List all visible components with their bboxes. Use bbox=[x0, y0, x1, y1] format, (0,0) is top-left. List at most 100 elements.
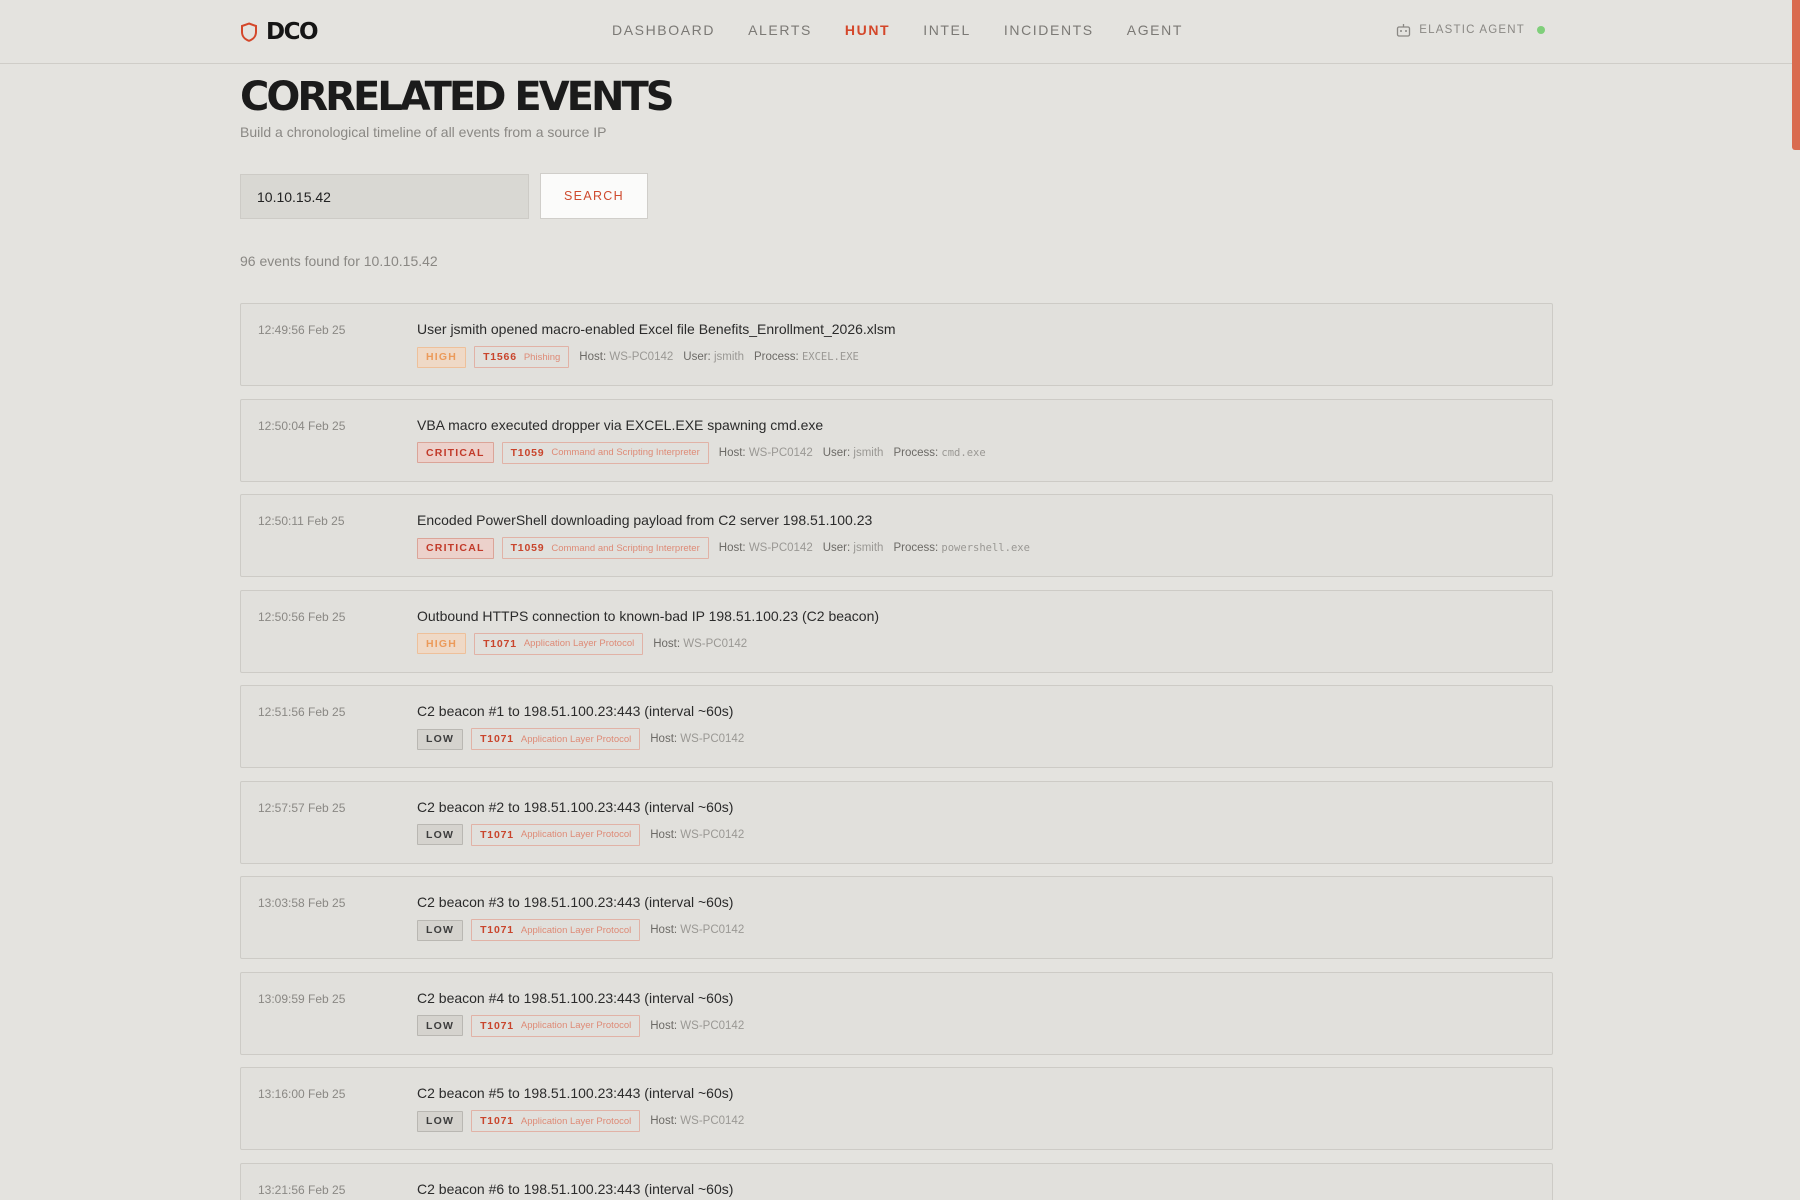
host-field: Host: WS-PC0142 bbox=[650, 829, 744, 841]
event-meta: CRITICAL T1059 Command and Scripting Int… bbox=[417, 537, 1030, 559]
host-value: WS-PC0142 bbox=[680, 924, 745, 936]
process-field: Process: EXCEL.EXE bbox=[754, 351, 859, 363]
host-label: Host: bbox=[650, 924, 678, 936]
event-timestamp: 12:57:57 Feb 25 bbox=[258, 800, 346, 815]
event-meta: LOW T1071 Application Layer Protocol Hos… bbox=[417, 823, 744, 846]
host-label: Host: bbox=[718, 542, 746, 554]
host-field: Host: WS-PC0142 bbox=[650, 1020, 744, 1032]
technique-name: Application Layer Protocol bbox=[523, 638, 635, 649]
host-value: WS-PC0142 bbox=[683, 637, 748, 650]
event-timestamp: 12:49:56 Feb 25 bbox=[258, 323, 346, 337]
severity-badge: LOW bbox=[417, 1110, 464, 1132]
event-row[interactable]: 12:50:11 Feb 25 Encoded PowerShell downl… bbox=[240, 494, 1553, 577]
mitre-technique-tag[interactable]: T1566 Phishing bbox=[474, 346, 570, 368]
event-title: C2 beacon #3 to 198.51.100.23:443 (inter… bbox=[417, 894, 734, 910]
event-row[interactable]: 12:57:57 Feb 25 C2 beacon #2 to 198.51.1… bbox=[240, 780, 1553, 864]
event-meta: HIGH T1566 Phishing Host: WS-PC0142 User… bbox=[417, 346, 859, 368]
mitre-technique-tag[interactable]: T1071 Application Layer Protocol bbox=[471, 1110, 641, 1132]
event-meta: LOW T1071 Application Layer Protocol Hos… bbox=[417, 919, 744, 941]
event-meta: CRITICAL T1059 Command and Scripting Int… bbox=[417, 441, 986, 464]
event-row[interactable]: 13:03:58 Feb 25 C2 beacon #3 to 198.51.1… bbox=[240, 876, 1553, 959]
brand-logo[interactable]: DCO bbox=[240, 18, 319, 46]
process-field: Process: cmd.exe bbox=[893, 447, 985, 459]
brand-name: DCO bbox=[266, 19, 319, 45]
technique-id: T1071 bbox=[480, 1115, 514, 1127]
nav-incidents[interactable]: INCIDENTS bbox=[1004, 22, 1094, 38]
mitre-technique-tag[interactable]: T1071 Application Layer Protocol bbox=[471, 1014, 641, 1037]
result-count: 96 events found for 10.10.15.42 bbox=[240, 253, 438, 269]
event-meta: HIGH T1071 Application Layer Protocol Ho… bbox=[417, 632, 747, 655]
event-row[interactable]: 12:49:56 Feb 25 User jsmith opened macro… bbox=[240, 303, 1553, 386]
severity-badge: CRITICAL bbox=[417, 442, 494, 463]
nav-agent[interactable]: AGENT bbox=[1127, 22, 1183, 38]
host-value: WS-PC0142 bbox=[680, 733, 745, 745]
technique-name: Application Layer Protocol bbox=[520, 924, 632, 936]
technique-name: Phishing bbox=[523, 351, 561, 363]
event-row[interactable]: 13:16:00 Feb 25 C2 beacon #5 to 198.51.1… bbox=[240, 1067, 1553, 1150]
event-row[interactable]: 13:09:59 Feb 25 C2 beacon #4 to 198.51.1… bbox=[240, 971, 1553, 1055]
event-title: C2 beacon #2 to 198.51.100.23:443 (inter… bbox=[417, 798, 734, 815]
scrollbar-thumb[interactable] bbox=[1792, 0, 1800, 150]
mitre-technique-tag[interactable]: T1071 Application Layer Protocol bbox=[471, 823, 641, 846]
host-label: Host: bbox=[653, 637, 681, 650]
event-row[interactable]: 12:51:56 Feb 25 C2 beacon #1 to 198.51.1… bbox=[240, 685, 1553, 768]
agent-status[interactable]: ELASTIC AGENT bbox=[1396, 23, 1545, 37]
event-title: C2 beacon #1 to 198.51.100.23:443 (inter… bbox=[417, 703, 734, 719]
event-timeline: 12:49:56 Feb 25 User jsmith opened macro… bbox=[240, 303, 1553, 1200]
mitre-technique-tag[interactable]: T1071 Application Layer Protocol bbox=[471, 728, 641, 750]
event-meta: LOW T1071 Application Layer Protocol Hos… bbox=[417, 1014, 744, 1037]
mitre-technique-tag[interactable]: T1059 Command and Scripting Interpreter bbox=[501, 441, 709, 464]
host-value: WS-PC0142 bbox=[609, 351, 674, 363]
nav-hunt[interactable]: HUNT bbox=[845, 22, 890, 38]
user-value: jsmith bbox=[713, 351, 744, 363]
technique-id: T1071 bbox=[480, 828, 514, 841]
severity-badge: CRITICAL bbox=[417, 537, 494, 559]
process-label: Process: bbox=[893, 446, 939, 459]
ip-search-input[interactable] bbox=[240, 174, 529, 219]
severity-badge: LOW bbox=[417, 1015, 464, 1036]
shield-icon bbox=[241, 22, 257, 42]
process-value: EXCEL.EXE bbox=[801, 351, 859, 363]
host-field: Host: WS-PC0142 bbox=[653, 638, 747, 650]
process-value: cmd.exe bbox=[941, 446, 986, 459]
severity-badge: LOW bbox=[417, 728, 464, 750]
host-label: Host: bbox=[650, 733, 678, 745]
page-subtitle: Build a chronological timeline of all ev… bbox=[240, 124, 607, 140]
technique-id: T1071 bbox=[480, 733, 514, 745]
search-button[interactable]: SEARCH bbox=[540, 173, 648, 219]
page-title: CORRELATED EVENTS bbox=[240, 74, 675, 120]
technique-name: Application Layer Protocol bbox=[520, 829, 632, 840]
host-field: Host: WS-PC0142 bbox=[719, 447, 813, 459]
user-field: User: jsmith bbox=[683, 351, 744, 363]
nav-alerts[interactable]: ALERTS bbox=[748, 22, 812, 38]
event-timestamp: 12:50:56 Feb 25 bbox=[258, 609, 346, 624]
user-value: jsmith bbox=[853, 446, 884, 459]
event-timestamp: 13:21:56 Feb 25 bbox=[258, 1182, 346, 1197]
host-field: Host: WS-PC0142 bbox=[719, 542, 813, 554]
host-field: Host: WS-PC0142 bbox=[650, 1115, 744, 1127]
severity-badge: LOW bbox=[417, 919, 464, 941]
host-label: Host: bbox=[650, 1019, 678, 1032]
host-label: Host: bbox=[650, 1115, 678, 1127]
nav-dashboard[interactable]: DASHBOARD bbox=[612, 22, 715, 38]
mitre-technique-tag[interactable]: T1071 Application Layer Protocol bbox=[471, 919, 641, 941]
event-title: VBA macro executed dropper via EXCEL.EXE… bbox=[417, 416, 824, 433]
user-value: jsmith bbox=[853, 542, 884, 554]
process-field: Process: powershell.exe bbox=[893, 542, 1029, 554]
event-row[interactable]: 12:50:56 Feb 25 Outbound HTTPS connectio… bbox=[240, 589, 1553, 673]
event-timestamp: 13:16:00 Feb 25 bbox=[258, 1087, 346, 1101]
main-nav: DASHBOARD ALERTS HUNT INTEL INCIDENTS AG… bbox=[612, 22, 1216, 38]
technique-name: Command and Scripting Interpreter bbox=[551, 542, 700, 554]
mitre-technique-tag[interactable]: T1071 Application Layer Protocol bbox=[474, 632, 644, 655]
host-label: Host: bbox=[579, 351, 607, 363]
event-row[interactable]: 13:21:56 Feb 25 C2 beacon #6 to 198.51.1… bbox=[240, 1162, 1553, 1200]
robot-icon bbox=[1397, 24, 1411, 37]
event-timestamp: 12:51:56 Feb 25 bbox=[258, 705, 346, 719]
top-navigation-bar: DCO DASHBOARD ALERTS HUNT INTEL INCIDENT… bbox=[0, 0, 1792, 64]
event-row[interactable]: 12:50:04 Feb 25 VBA macro executed dropp… bbox=[240, 398, 1553, 482]
mitre-technique-tag[interactable]: T1059 Command and Scripting Interpreter bbox=[501, 537, 709, 559]
technique-id: T1566 bbox=[483, 351, 517, 363]
process-value: powershell.exe bbox=[941, 542, 1030, 554]
nav-intel[interactable]: INTEL bbox=[923, 22, 971, 38]
host-field: Host: WS-PC0142 bbox=[650, 733, 744, 745]
